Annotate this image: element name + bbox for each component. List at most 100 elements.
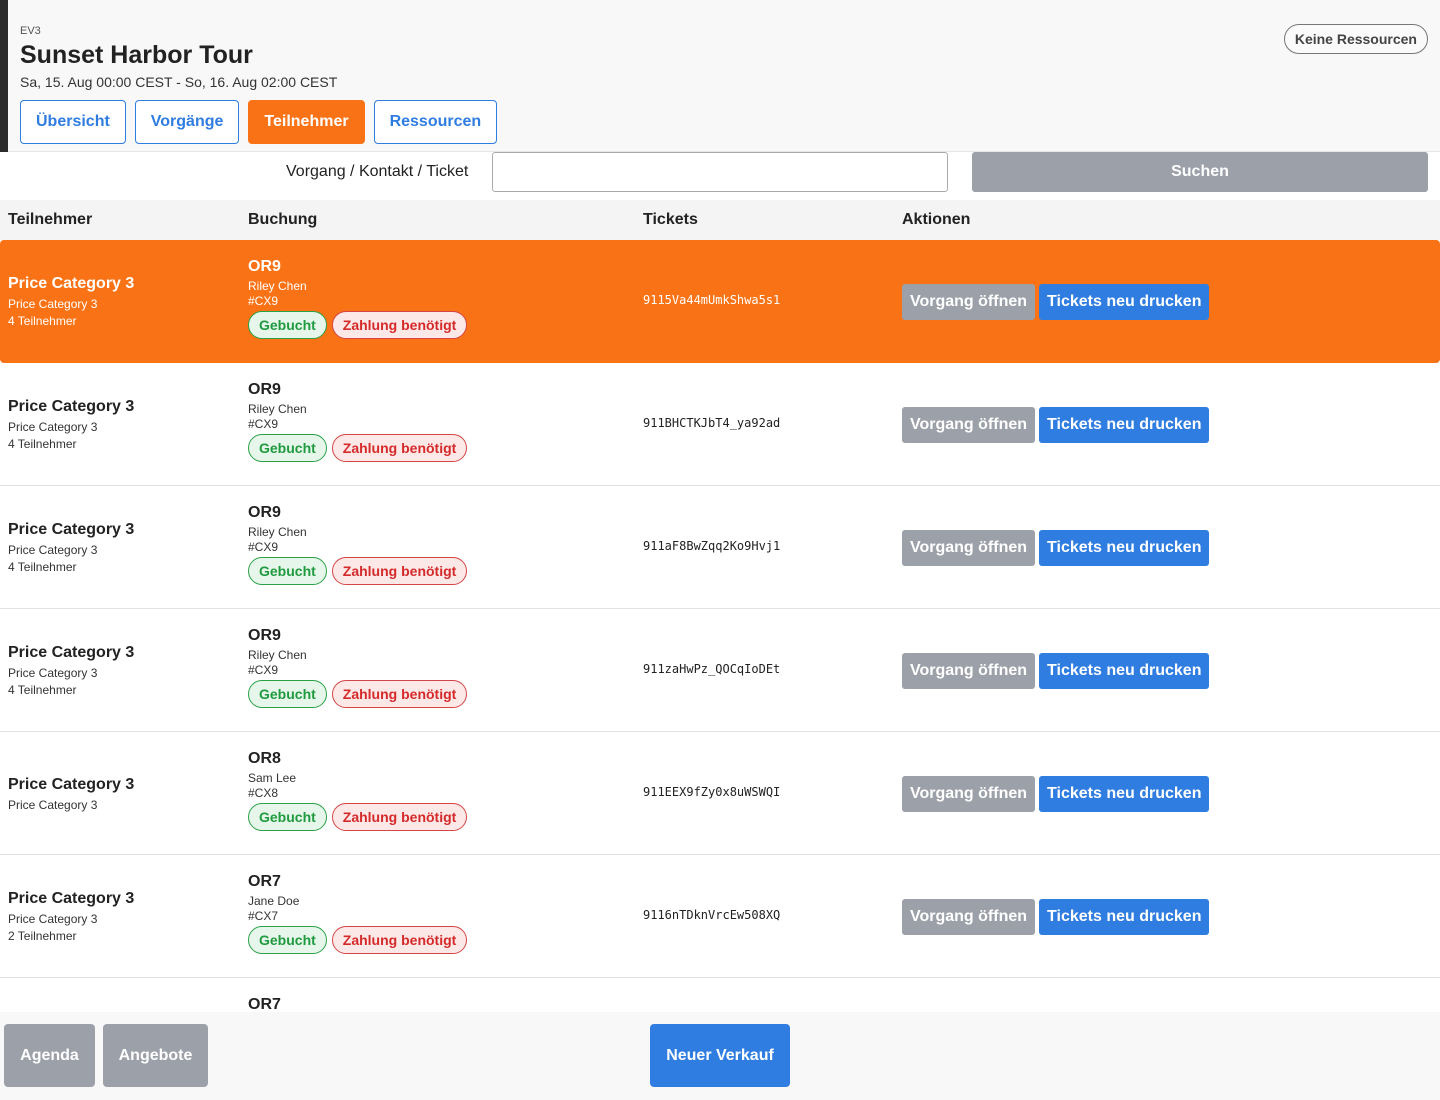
payment-required-badge: Zahlung benötigt [331,557,468,585]
participant-category: Price Category 3 [8,297,98,311]
footer-bar: Agenda Angebote Neuer Verkauf [0,1012,1440,1100]
booking-badges: Gebucht Zahlung benötigt [248,311,468,339]
customer-number: #CX9 [248,540,279,554]
participant-category: Price Category 3 [8,420,98,434]
payment-required-badge: Zahlung benötigt [331,434,468,462]
table-row[interactable]: Price Category 3 Price Category 3 4 Teil… [0,486,1440,609]
new-sale-button[interactable]: Neuer Verkauf [650,1024,790,1087]
open-transaction-button[interactable]: Vorgang öffnen [902,653,1036,689]
booking-cell: OR9 Riley Chen #CX9 Gebucht Zahlung benöt… [248,258,468,339]
open-transaction-button[interactable]: Vorgang öffnen [902,284,1036,320]
participant-name: Price Category 3 [8,775,135,793]
reprint-tickets-button[interactable]: Tickets neu drucken [1039,284,1210,320]
order-number: OR8 [248,750,281,767]
booking-cell: OR8 Sam Lee #CX8 Gebucht Zahlung benötigt [248,750,468,831]
row-actions: Vorgang öffnen Tickets neu drucken [902,899,1210,935]
booked-status-badge: Gebucht [248,803,327,831]
offers-button[interactable]: Angebote [103,1024,208,1087]
booking-badges: Gebucht Zahlung benötigt [248,926,468,954]
participant-category: Price Category 3 [8,543,98,557]
participant-name: Price Category 3 [8,275,135,292]
table-row[interactable]: Price Category 3 Price Category 3 4 Teil… [0,609,1440,732]
ticket-code: 9116nTDknVrcEw508XQ [643,908,781,922]
column-header-tickets: Tickets [643,211,698,228]
ticket-code: 911zaHwPz_QOCqIoDEt [643,662,781,676]
search-bar: Vorgang / Kontakt / Ticket Suchen [0,152,1440,200]
booked-status-badge: Gebucht [248,680,327,708]
open-transaction-button[interactable]: Vorgang öffnen [902,530,1036,566]
search-button[interactable]: Suchen [972,152,1428,192]
order-number: OR9 [248,627,281,644]
customer-name: Riley Chen [248,402,307,416]
booking-badges: Gebucht Zahlung benötigt [248,434,468,462]
ticket-code: 911aF8BwZqq2Ko9Hvj1 [643,539,781,553]
booking-badges: Gebucht Zahlung benötigt [248,680,468,708]
reprint-tickets-button[interactable]: Tickets neu drucken [1039,899,1210,935]
participant-cell: Price Category 3 Price Category 3 4 Teil… [8,609,134,732]
row-actions: Vorgang öffnen Tickets neu drucken [902,653,1210,689]
payment-required-badge: Zahlung benötigt [331,311,468,339]
participant-cell: Price Category 3 Price Category 3 2 Teil… [8,855,134,978]
search-label: Vorgang / Kontakt / Ticket [286,163,469,180]
booking-cell: OR7 [248,996,281,1012]
payment-required-badge: Zahlung benötigt [331,926,468,954]
order-number: OR9 [248,504,281,521]
booking-badges: Gebucht Zahlung benötigt [248,803,468,831]
table-row[interactable]: Price Category 3 Price Category 3 4 Teil… [0,240,1440,363]
tab-overview[interactable]: Übersicht [20,100,126,144]
reprint-tickets-button[interactable]: Tickets neu drucken [1039,776,1210,812]
row-actions: Vorgang öffnen Tickets neu drucken [902,284,1210,320]
participant-count: 4 Teilnehmer [8,560,77,574]
customer-name: Riley Chen [248,279,307,293]
event-code: EV3 [20,25,41,37]
open-transaction-button[interactable]: Vorgang öffnen [902,899,1036,935]
order-number: OR9 [248,381,281,398]
booked-status-badge: Gebucht [248,926,327,954]
event-tabs: Übersicht Vorgänge Teilnehmer Ressourcen [20,100,498,144]
payment-required-badge: Zahlung benötigt [331,803,468,831]
table-row[interactable]: Price Category 3 Price Category 3 4 Teil… [0,363,1440,486]
table-row[interactable]: Price Category 3 Price Category 3 OR8 Sam… [0,732,1440,855]
participant-cell: Price Category 3 Price Category 3 4 Teil… [8,486,134,609]
participant-name: Price Category 3 [8,890,135,907]
reprint-tickets-button[interactable]: Tickets neu drucken [1039,653,1210,689]
participant-cell: Price Category 3 Price Category 3 4 Teil… [8,363,134,486]
booking-badges: Gebucht Zahlung benötigt [248,557,468,585]
agenda-button[interactable]: Agenda [4,1024,95,1087]
tab-participants[interactable]: Teilnehmer [248,100,365,144]
table-row[interactable]: OR7 [0,978,1440,1012]
participant-name: Price Category 3 [8,521,135,538]
customer-number: #CX9 [248,294,279,308]
booking-cell: OR9 Riley Chen #CX9 Gebucht Zahlung benöt… [248,504,468,585]
resources-status-badge[interactable]: Keine Ressourcen [1283,24,1428,54]
open-transaction-button[interactable]: Vorgang öffnen [902,407,1036,443]
customer-name: Riley Chen [248,525,307,539]
customer-number: #CX9 [248,417,279,431]
reprint-tickets-button[interactable]: Tickets neu drucken [1039,407,1210,443]
open-transaction-button[interactable]: Vorgang öffnen [902,776,1036,812]
table-row[interactable]: Price Category 3 Price Category 3 2 Teil… [0,855,1440,978]
reprint-tickets-button[interactable]: Tickets neu drucken [1039,530,1210,566]
participant-category: Price Category 3 [8,912,98,926]
column-header-booking: Buchung [248,211,318,228]
payment-required-badge: Zahlung benötigt [331,680,468,708]
customer-name: Jane Doe [248,894,300,908]
booked-status-badge: Gebucht [248,434,327,462]
customer-number: #CX7 [248,909,279,923]
table-header: Teilnehmer Buchung Tickets Aktionen [0,200,1440,240]
tab-transactions[interactable]: Vorgänge [134,100,240,144]
event-title: Sunset Harbor Tour [20,41,253,69]
participant-list: Price Category 3 Price Category 3 4 Teil… [0,240,1440,1012]
participant-category: Price Category 3 [8,797,98,812]
column-header-participant: Teilnehmer [8,211,93,228]
row-actions: Vorgang öffnen Tickets neu drucken [902,776,1210,812]
ticket-code: 911BHCTKJbT4_ya92ad [643,416,781,430]
row-actions: Vorgang öffnen Tickets neu drucken [902,407,1210,443]
order-number: OR9 [248,258,281,275]
search-input[interactable] [492,152,948,192]
participant-cell: Price Category 3 Price Category 3 4 Teil… [8,240,134,363]
customer-number: #CX9 [248,663,279,677]
customer-name: Sam Lee [248,771,297,785]
header-accent-bar [0,0,8,152]
tab-resources[interactable]: Ressourcen [373,100,498,144]
